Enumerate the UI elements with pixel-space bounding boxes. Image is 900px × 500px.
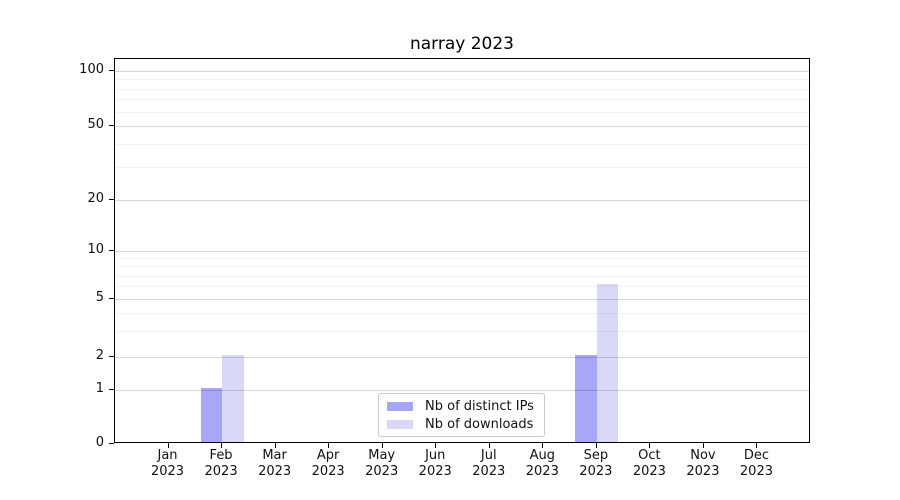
chart-title: narray 2023 bbox=[114, 34, 810, 54]
x-tick-year: 2023 bbox=[714, 464, 798, 480]
legend-label: Nb of distinct IPs bbox=[425, 399, 534, 414]
y-tick-mark bbox=[109, 250, 114, 251]
y-tick-mark bbox=[109, 298, 114, 299]
y-tick-mark bbox=[109, 443, 114, 444]
x-tick-month: Dec bbox=[714, 448, 798, 464]
gridline-minor bbox=[115, 79, 809, 80]
y-tick-mark bbox=[109, 70, 114, 71]
gridline-minor bbox=[115, 167, 809, 168]
legend: Nb of distinct IPs Nb of downloads bbox=[378, 393, 545, 437]
y-tick-label: 50 bbox=[0, 116, 104, 134]
legend-item-distinct-ips: Nb of distinct IPs bbox=[387, 397, 544, 415]
x-tick-label: Dec2023 bbox=[714, 448, 798, 480]
gridline-major bbox=[115, 71, 809, 72]
y-tick-label: 20 bbox=[0, 190, 104, 208]
legend-swatch-distinct-ips bbox=[387, 402, 413, 411]
y-tick-mark bbox=[109, 199, 114, 200]
gridline-major bbox=[115, 251, 809, 252]
y-tick-mark bbox=[109, 356, 114, 357]
y-tick-label: 5 bbox=[0, 289, 104, 307]
gridline-major bbox=[115, 126, 809, 127]
gridline-minor bbox=[115, 331, 809, 332]
y-tick-label: 0 bbox=[0, 434, 104, 452]
bar-downloads bbox=[597, 284, 619, 442]
legend-label: Nb of downloads bbox=[425, 417, 533, 432]
y-tick-label: 1 bbox=[0, 380, 104, 398]
gridline-minor bbox=[115, 112, 809, 113]
gridline-minor bbox=[115, 99, 809, 100]
gridline-minor bbox=[115, 276, 809, 277]
gridline-major bbox=[115, 299, 809, 300]
gridline-minor bbox=[115, 258, 809, 259]
gridline-minor bbox=[115, 144, 809, 145]
y-tick-label: 100 bbox=[0, 61, 104, 79]
y-tick-mark bbox=[109, 389, 114, 390]
bar-distinct-ips bbox=[575, 355, 597, 442]
bar-distinct-ips bbox=[201, 388, 223, 442]
gridline-minor bbox=[115, 286, 809, 287]
chart: narray 2023 0125102050100 Jan2023Feb2023… bbox=[0, 0, 900, 500]
plot-area bbox=[114, 58, 810, 443]
gridline-minor bbox=[115, 313, 809, 314]
bar-downloads bbox=[222, 355, 244, 442]
y-tick-label: 10 bbox=[0, 241, 104, 259]
gridline-minor bbox=[115, 266, 809, 267]
gridline-major bbox=[115, 200, 809, 201]
y-tick-mark bbox=[109, 125, 114, 126]
gridline-minor bbox=[115, 89, 809, 90]
gridline-major bbox=[115, 357, 809, 358]
legend-item-downloads: Nb of downloads bbox=[387, 415, 544, 433]
legend-swatch-downloads bbox=[387, 420, 413, 429]
y-tick-label: 2 bbox=[0, 347, 104, 365]
